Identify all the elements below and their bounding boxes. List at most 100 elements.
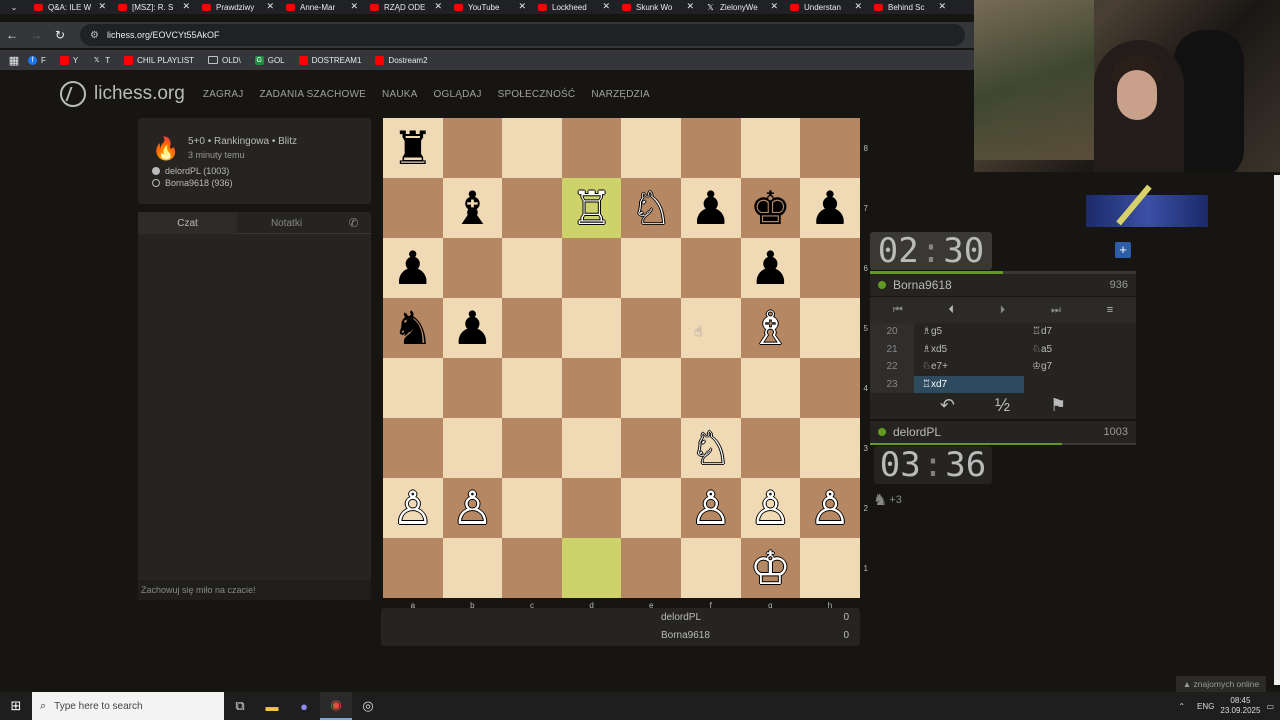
square-a1[interactable] bbox=[383, 538, 443, 598]
browser-tab[interactable]: Skunk Wo ✕ bbox=[616, 0, 700, 14]
reload-icon[interactable]: ↻ bbox=[48, 28, 72, 42]
task-view-icon[interactable]: ⧉ bbox=[224, 692, 256, 720]
square-f6[interactable] bbox=[681, 238, 741, 298]
square-h3[interactable] bbox=[800, 418, 860, 478]
square-c3[interactable] bbox=[502, 418, 562, 478]
square-g3[interactable] bbox=[740, 418, 801, 478]
square-g6[interactable]: ♟ bbox=[740, 238, 801, 298]
black-pawn-icon[interactable]: ♟ bbox=[392, 245, 433, 291]
square-e8[interactable] bbox=[621, 118, 681, 178]
white-pawn-icon[interactable]: ♙ bbox=[750, 485, 791, 531]
browser-tab[interactable]: [MSZ]: R. S ✕ bbox=[112, 0, 196, 14]
discord-icon[interactable]: ● bbox=[288, 692, 320, 720]
tab-close-icon[interactable]: ✕ bbox=[602, 1, 610, 12]
white-player-line[interactable]: delordPL (1003) bbox=[152, 166, 229, 176]
square-g8[interactable] bbox=[740, 118, 801, 178]
square-a5[interactable]: ♞ bbox=[383, 298, 443, 358]
nav-item[interactable]: OGLĄDAJ bbox=[433, 89, 481, 100]
white-bishop-icon[interactable]: ♗ bbox=[750, 305, 791, 351]
black-player-line[interactable]: Borna9618 (936) bbox=[152, 178, 233, 188]
apps-grid-icon[interactable]: ▦ bbox=[0, 54, 28, 67]
chess-board[interactable]: ♜ ♝ ♖ ♘ ♟ ♚ ♟ ♟ ♟ ♞ ♟ ♗ ♘ ♙ ♙ ♙ ♙ ♙ ♔ 8 7 6 5 4 3 2 1 a b c d e f g h bbox=[383, 118, 868, 610]
square-e5[interactable] bbox=[621, 298, 681, 358]
square-f4[interactable] bbox=[681, 358, 741, 418]
browser-tab[interactable]: Understan ✕ bbox=[784, 0, 868, 14]
square-b5[interactable]: ♟ bbox=[442, 298, 503, 358]
taskbar-search[interactable]: ⌕ Type here to search bbox=[32, 692, 224, 720]
site-settings-icon[interactable]: ⚙ bbox=[90, 30, 99, 41]
square-h8[interactable] bbox=[800, 118, 860, 178]
square-e2[interactable] bbox=[621, 478, 681, 538]
square-h1[interactable] bbox=[800, 538, 860, 598]
square-e4[interactable] bbox=[621, 358, 681, 418]
white-move[interactable]: ♖xd7 bbox=[914, 375, 1024, 393]
square-a3[interactable] bbox=[383, 418, 443, 478]
black-move[interactable] bbox=[1024, 376, 1134, 394]
browser-tab[interactable]: YouTube ✕ bbox=[448, 0, 532, 14]
black-bishop-icon[interactable]: ♝ bbox=[452, 185, 493, 231]
square-f7[interactable]: ♟ bbox=[681, 178, 741, 238]
tray-chevron-icon[interactable]: ⌃ bbox=[1178, 702, 1185, 711]
square-h4[interactable] bbox=[800, 358, 860, 418]
square-b7[interactable]: ♝ bbox=[442, 178, 503, 238]
takeback-icon[interactable]: ↶ bbox=[940, 395, 955, 416]
tray-clock[interactable]: 08:45 23.09.2025 bbox=[1220, 696, 1260, 716]
square-c2[interactable] bbox=[502, 478, 562, 538]
chrome-icon[interactable]: ◉ bbox=[320, 692, 352, 720]
square-b1[interactable] bbox=[442, 538, 503, 598]
square-a6[interactable]: ♟ bbox=[383, 238, 443, 298]
bottom-player-row[interactable]: delordPL 1003 bbox=[870, 421, 1136, 443]
square-d7[interactable]: ♖ bbox=[561, 178, 622, 238]
tab-close-icon[interactable]: ✕ bbox=[98, 1, 106, 12]
square-e6[interactable] bbox=[621, 238, 681, 298]
resign-flag-icon[interactable]: ⚑ bbox=[1050, 395, 1066, 416]
bookmark-item[interactable]: fF bbox=[28, 55, 46, 65]
square-b2[interactable]: ♙ bbox=[442, 478, 503, 538]
square-g2[interactable]: ♙ bbox=[740, 478, 801, 538]
last-move-icon[interactable]: ⏭ bbox=[1051, 304, 1061, 317]
square-g7[interactable]: ♚ bbox=[740, 178, 801, 238]
browser-tab[interactable]: Anne-Mar ✕ bbox=[280, 0, 364, 14]
square-d8[interactable] bbox=[561, 118, 622, 178]
tab-close-icon[interactable]: ✕ bbox=[854, 1, 862, 12]
black-pawn-icon[interactable]: ♟ bbox=[750, 245, 791, 291]
square-e7[interactable]: ♘ bbox=[621, 178, 681, 238]
square-b4[interactable] bbox=[442, 358, 503, 418]
plus-icon[interactable]: + bbox=[1115, 242, 1131, 258]
white-move[interactable]: ♗xd5 bbox=[914, 341, 1024, 359]
obs-icon[interactable]: ◎ bbox=[352, 692, 384, 720]
tab-close-icon[interactable]: ✕ bbox=[434, 1, 442, 12]
square-b3[interactable] bbox=[442, 418, 503, 478]
windows-start-icon[interactable]: ⊞ bbox=[0, 692, 32, 720]
square-f8[interactable] bbox=[681, 118, 741, 178]
tray-language[interactable]: ENG bbox=[1197, 702, 1214, 711]
white-pawn-icon[interactable]: ♙ bbox=[809, 485, 850, 531]
back-icon[interactable]: ← bbox=[0, 28, 24, 42]
square-a8[interactable]: ♜ bbox=[383, 118, 443, 178]
browser-tab[interactable]: Lockheed ✕ bbox=[532, 0, 616, 14]
tab-close-icon[interactable]: ✕ bbox=[938, 1, 946, 12]
tab-chat[interactable]: Czat bbox=[138, 212, 237, 234]
prev-move-icon[interactable]: ⏴ bbox=[949, 304, 955, 317]
voice-call-icon[interactable]: ✆ bbox=[336, 212, 371, 234]
square-a2[interactable]: ♙ bbox=[383, 478, 443, 538]
square-c4[interactable] bbox=[502, 358, 562, 418]
square-h7[interactable]: ♟ bbox=[800, 178, 860, 238]
tab-close-icon[interactable]: ✕ bbox=[182, 1, 190, 12]
square-c8[interactable] bbox=[502, 118, 562, 178]
square-b8[interactable] bbox=[442, 118, 503, 178]
black-pawn-icon[interactable]: ♟ bbox=[690, 185, 731, 231]
file-explorer-icon[interactable]: ▬ bbox=[256, 692, 288, 720]
bookmark-item[interactable]: 𝕏T bbox=[92, 56, 110, 65]
black-pawn-icon[interactable]: ♟ bbox=[452, 305, 493, 351]
black-pawn-icon[interactable]: ♟ bbox=[809, 185, 850, 231]
top-player-row[interactable]: Borna9618 936 bbox=[870, 274, 1136, 296]
square-h2[interactable]: ♙ bbox=[800, 478, 860, 538]
square-h5[interactable] bbox=[800, 298, 860, 358]
black-move[interactable]: ♘a5 bbox=[1024, 341, 1134, 359]
white-knight-icon[interactable]: ♘ bbox=[631, 185, 672, 231]
friends-online-button[interactable]: ▲ znajomych online bbox=[1176, 676, 1266, 692]
chat-input[interactable]: Zachowuj się miło na czacie! bbox=[138, 580, 371, 600]
square-e1[interactable] bbox=[621, 538, 681, 598]
nav-item[interactable]: NAUKA bbox=[382, 89, 417, 100]
